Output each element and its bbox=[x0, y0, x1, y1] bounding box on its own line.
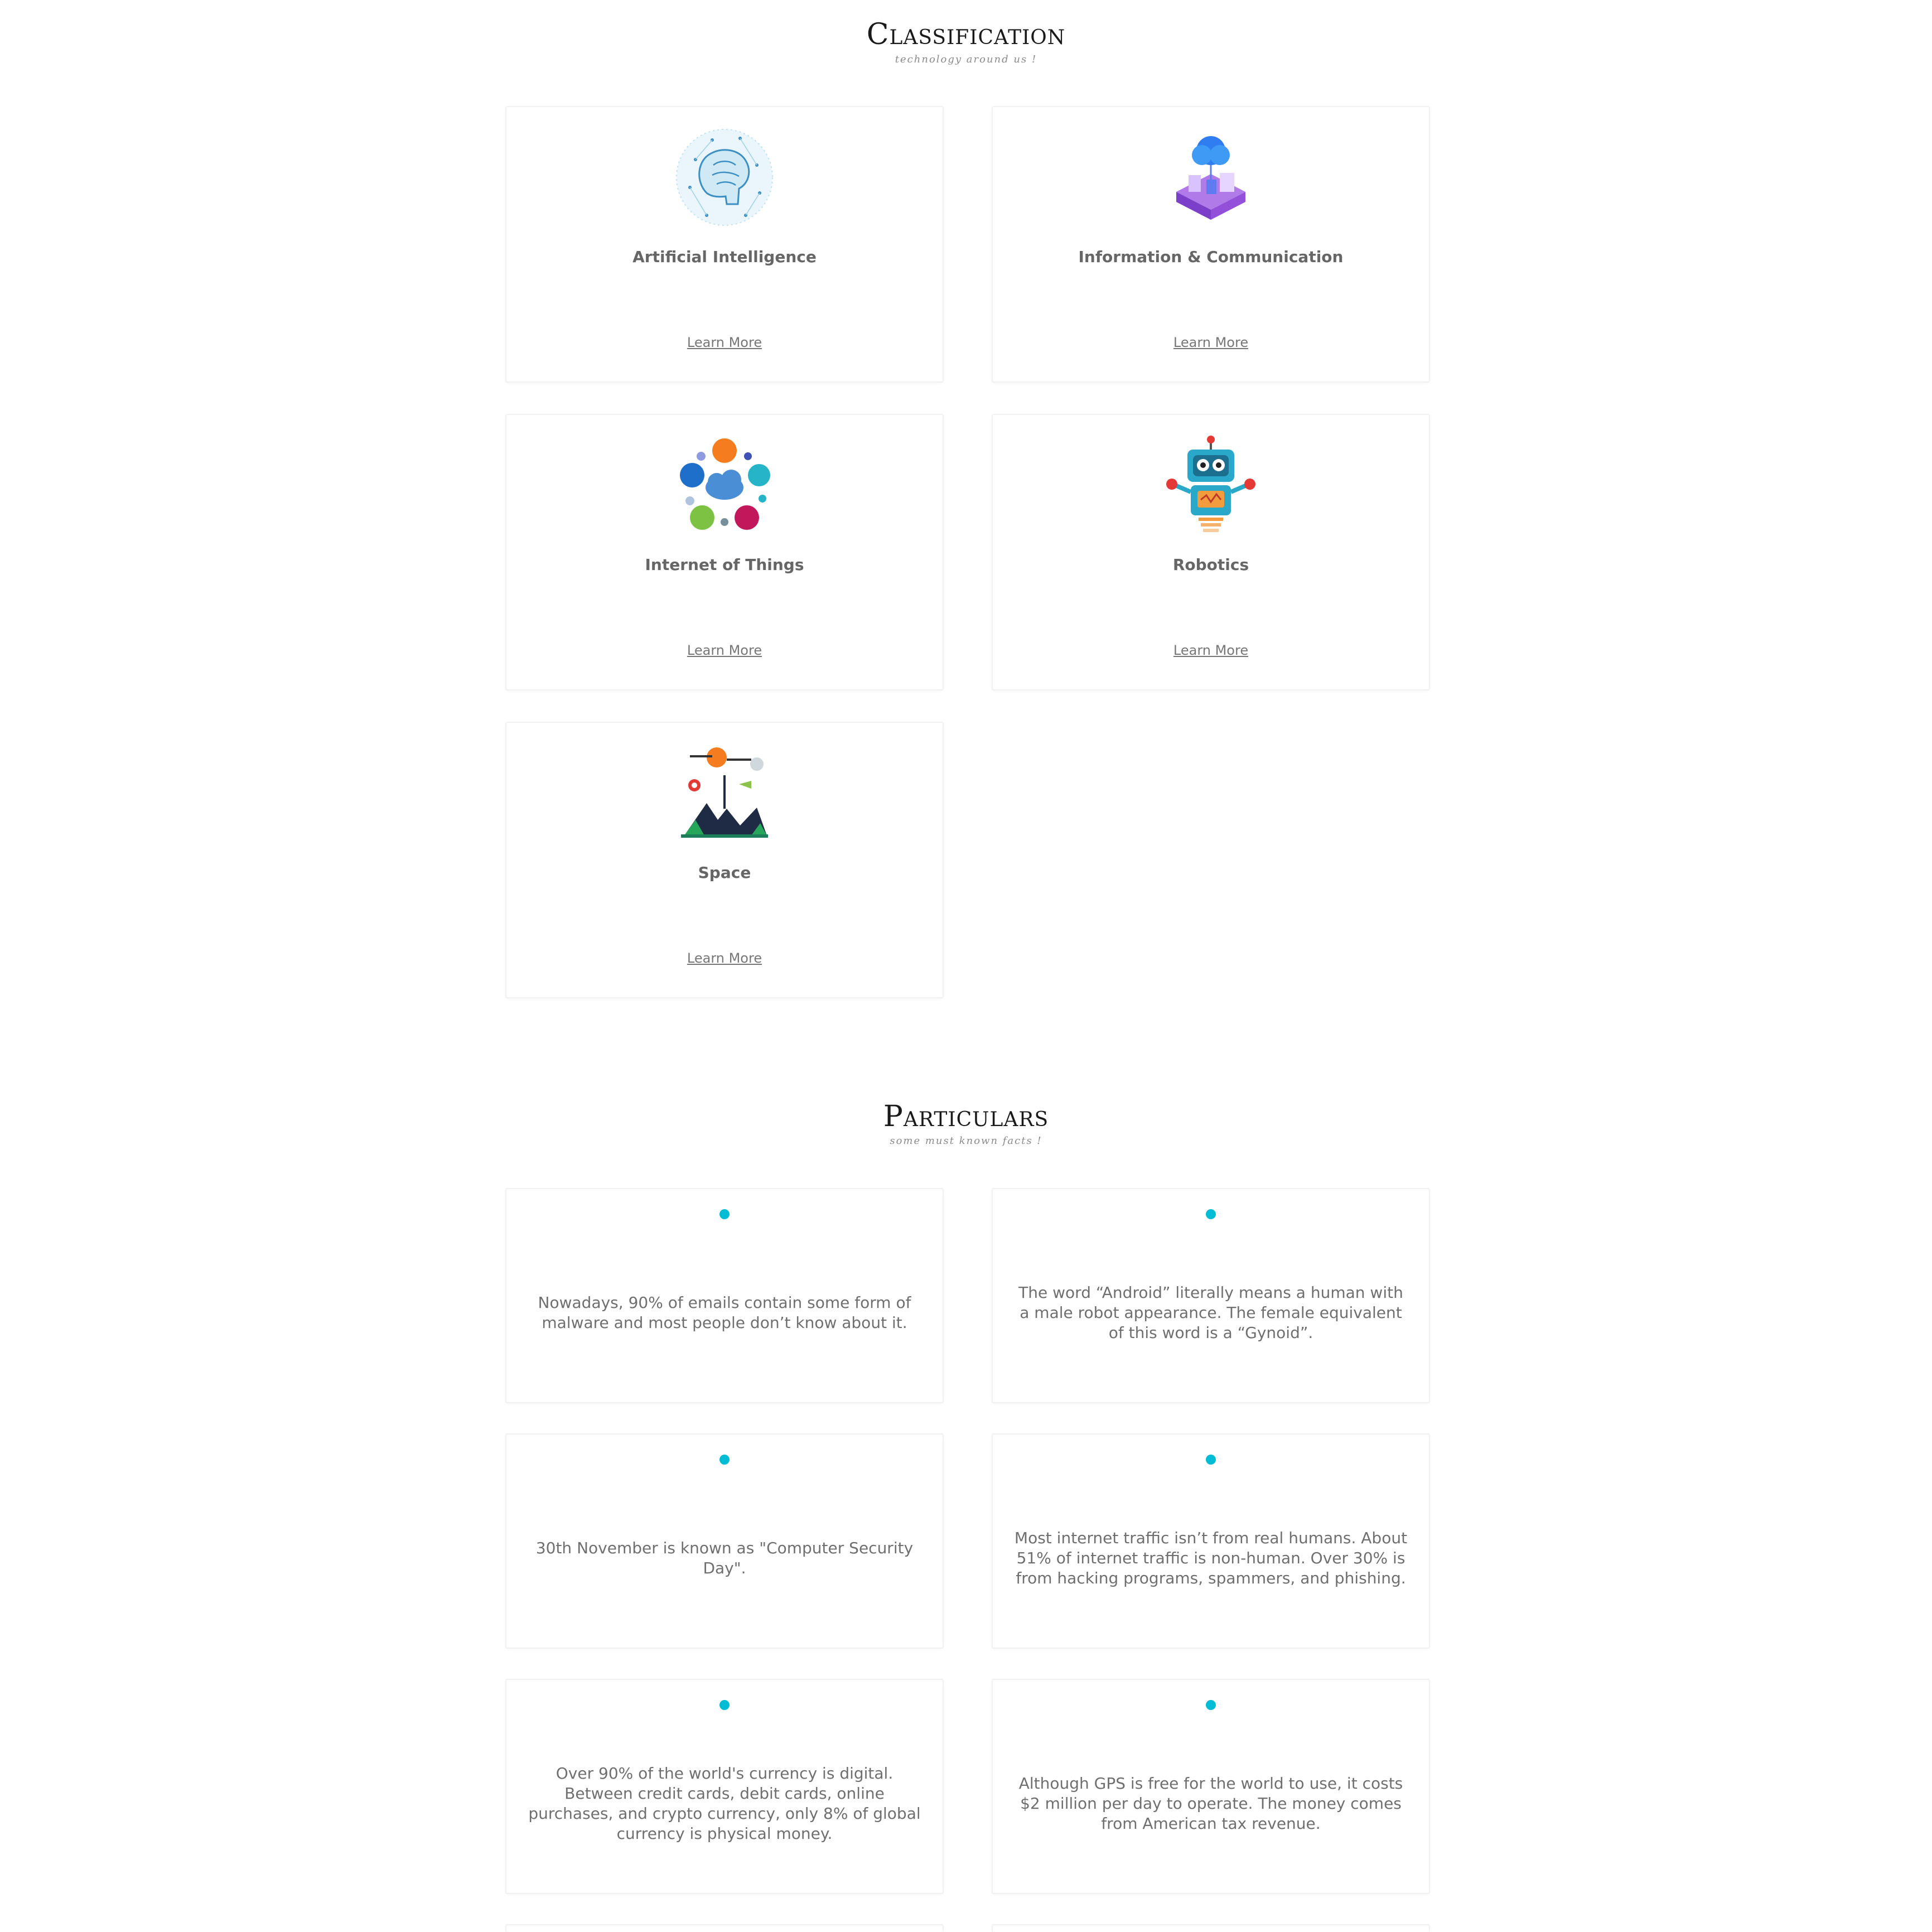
bullet-dot-icon bbox=[1206, 1455, 1216, 1465]
fact-text: The word “Android” literally means a hum… bbox=[1018, 1283, 1403, 1342]
particulars-subtitle: some must known facts ! bbox=[890, 1135, 1042, 1147]
card-title: Information & Communication bbox=[1078, 248, 1344, 266]
card-title: Artificial Intelligence bbox=[632, 248, 817, 266]
fact-card: The word “Android” literally means a hum… bbox=[992, 1188, 1430, 1403]
particulars-title: Particulars bbox=[883, 1100, 1049, 1133]
isometric-cloud-icon bbox=[993, 126, 1429, 229]
learn-more-link[interactable]: Learn More bbox=[993, 643, 1429, 658]
category-card-space: Space Learn More bbox=[505, 722, 944, 998]
robot-icon bbox=[993, 434, 1429, 537]
classification-title: Classification bbox=[866, 18, 1066, 51]
fact-text: Most internet traffic isn’t from real hu… bbox=[1014, 1529, 1408, 1587]
learn-more-link[interactable]: Learn More bbox=[993, 335, 1429, 350]
iot-cloud-icon bbox=[506, 434, 943, 537]
fact-card: 30th November is known as "Computer Secu… bbox=[505, 1433, 944, 1649]
bullet-dot-icon bbox=[719, 1455, 730, 1465]
fact-card: Most internet traffic isn’t from real hu… bbox=[992, 1433, 1430, 1649]
space-icon bbox=[506, 742, 943, 844]
fact-card-partial bbox=[992, 1924, 1430, 1932]
category-card-robotics: Robotics Learn More bbox=[992, 414, 1430, 690]
fact-text: 30th November is known as "Computer Secu… bbox=[535, 1539, 914, 1577]
bullet-dot-icon bbox=[1206, 1700, 1216, 1710]
fact-card-partial bbox=[505, 1924, 944, 1932]
card-title: Robotics bbox=[1172, 556, 1249, 574]
category-card-iot: Internet of Things Learn More bbox=[505, 414, 944, 690]
category-card-information-communication: Information & Communication Learn More bbox=[992, 106, 1430, 383]
fact-card: Over 90% of the world's currency is digi… bbox=[505, 1679, 944, 1894]
bullet-dot-icon bbox=[719, 1700, 730, 1710]
fact-card: Although GPS is free for the world to us… bbox=[992, 1679, 1430, 1894]
card-title: Space bbox=[698, 863, 751, 882]
learn-more-link[interactable]: Learn More bbox=[506, 335, 943, 350]
learn-more-link[interactable]: Learn More bbox=[506, 950, 943, 966]
fact-card: Nowadays, 90% of emails contain some for… bbox=[505, 1188, 944, 1403]
fact-text: Although GPS is free for the world to us… bbox=[1018, 1774, 1403, 1833]
category-card-ai: Artificial Intelligence Learn More bbox=[505, 106, 944, 383]
card-title: Internet of Things bbox=[645, 556, 804, 574]
learn-more-link[interactable]: Learn More bbox=[506, 643, 943, 658]
fact-text: Nowadays, 90% of emails contain some for… bbox=[538, 1293, 911, 1332]
fact-text: Over 90% of the world's currency is digi… bbox=[528, 1764, 921, 1843]
brain-icon bbox=[506, 126, 943, 229]
classification-subtitle: technology around us ! bbox=[895, 54, 1037, 65]
bullet-dot-icon bbox=[719, 1209, 730, 1219]
bullet-dot-icon bbox=[1206, 1209, 1216, 1219]
